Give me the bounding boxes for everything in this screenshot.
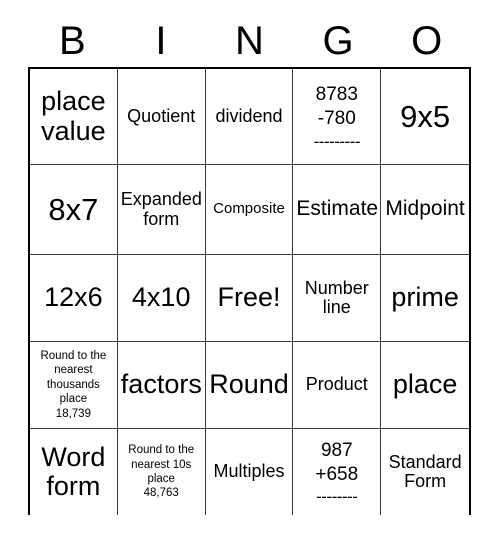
bingo-cell-label: 8783 -780 --------- bbox=[296, 83, 377, 150]
bingo-cell-i5[interactable]: Round to the nearest 10s place 48,763 bbox=[117, 429, 206, 515]
bingo-header-letter-i: I bbox=[155, 18, 167, 63]
bingo-cell-n3[interactable]: Free! bbox=[205, 255, 294, 342]
bingo-cell-label: 12x6 bbox=[44, 282, 103, 313]
bingo-header-letter-n: N bbox=[235, 18, 264, 63]
bingo-cell-label: 4x10 bbox=[131, 282, 191, 313]
bingo-card: B I N G O place value Quotient dividend 878… bbox=[0, 0, 500, 544]
bingo-cell-g2[interactable]: Estimate bbox=[293, 165, 382, 255]
bingo-header-letter-g: G bbox=[322, 18, 354, 63]
bingo-cell-label: Product bbox=[305, 374, 368, 395]
bingo-cell-rule-line: -------- bbox=[316, 487, 358, 507]
bingo-cell-b1[interactable]: place value bbox=[30, 69, 118, 165]
bingo-cell-label: Word form bbox=[41, 441, 106, 501]
bingo-cell-g1[interactable]: 8783 -780 --------- bbox=[293, 69, 382, 165]
bingo-cell-o1[interactable]: 9x5 bbox=[381, 69, 469, 165]
bingo-cell-i1[interactable]: Quotient bbox=[117, 69, 206, 165]
bingo-cell-o5[interactable]: Standard Form bbox=[381, 429, 469, 515]
bingo-grid: place value Quotient dividend 8783 -780 ----… bbox=[28, 67, 471, 515]
bingo-cell-i3[interactable]: 4x10 bbox=[117, 255, 206, 342]
bingo-cell-label: Expanded form bbox=[120, 189, 202, 229]
bingo-cell-g3[interactable]: Number line bbox=[293, 255, 382, 342]
bingo-header-row: B I N G O bbox=[28, 14, 471, 67]
bingo-cell-label: Round to the nearest thousands place 18,… bbox=[40, 350, 107, 420]
bingo-cell-label: Round to the nearest 10s place 48,763 bbox=[128, 444, 195, 500]
bingo-cell-label: Multiples bbox=[213, 461, 285, 482]
bingo-cell-b5[interactable]: Word form bbox=[30, 429, 118, 515]
bingo-cell-n5[interactable]: Multiples bbox=[205, 429, 294, 515]
bingo-cell-label: Free! bbox=[217, 282, 281, 313]
bingo-cell-label: Round bbox=[209, 369, 289, 400]
bingo-cell-label: 987 +658 -------- bbox=[296, 439, 377, 506]
bingo-cell-g5[interactable]: 987 +658 -------- bbox=[293, 429, 382, 515]
bingo-cell-o3[interactable]: prime bbox=[381, 255, 469, 342]
bingo-cell-label: prime bbox=[391, 282, 459, 313]
bingo-cell-n2[interactable]: Composite bbox=[205, 165, 294, 255]
bingo-cell-b2[interactable]: 8x7 bbox=[30, 165, 118, 255]
bingo-cell-b3[interactable]: 12x6 bbox=[30, 255, 118, 342]
bingo-cell-n4[interactable]: Round bbox=[205, 342, 294, 429]
bingo-cell-label: 9x5 bbox=[400, 98, 451, 134]
bingo-header-letter-b: B bbox=[58, 18, 86, 63]
bingo-cell-o4[interactable]: place bbox=[381, 342, 469, 429]
bingo-cell-label: Number line bbox=[304, 277, 369, 317]
bingo-cell-label: Estimate bbox=[296, 197, 379, 221]
bingo-cell-i2[interactable]: Expanded form bbox=[117, 165, 206, 255]
bingo-cell-label: Quotient bbox=[127, 105, 196, 126]
bingo-cell-label: Standard Form bbox=[388, 451, 462, 491]
bingo-cell-g4[interactable]: Product bbox=[293, 342, 382, 429]
bingo-cell-i4[interactable]: factors bbox=[117, 342, 206, 429]
bingo-cell-label: place value bbox=[41, 86, 106, 146]
bingo-cell-o2[interactable]: Midpoint bbox=[381, 165, 469, 255]
bingo-cell-label: dividend bbox=[215, 105, 283, 126]
bingo-cell-rule-line: --------- bbox=[313, 131, 361, 151]
bingo-cell-label: Composite bbox=[213, 200, 285, 218]
bingo-cell-label: Midpoint bbox=[385, 197, 465, 221]
bingo-cell-label: place bbox=[392, 369, 458, 400]
bingo-cell-label: 8x7 bbox=[48, 191, 99, 227]
bingo-cell-n1[interactable]: dividend bbox=[205, 69, 294, 165]
bingo-header-letter-o: O bbox=[411, 18, 443, 63]
bingo-cell-label: factors bbox=[120, 369, 202, 400]
bingo-cell-b4[interactable]: Round to the nearest thousands place 18,… bbox=[30, 342, 118, 429]
